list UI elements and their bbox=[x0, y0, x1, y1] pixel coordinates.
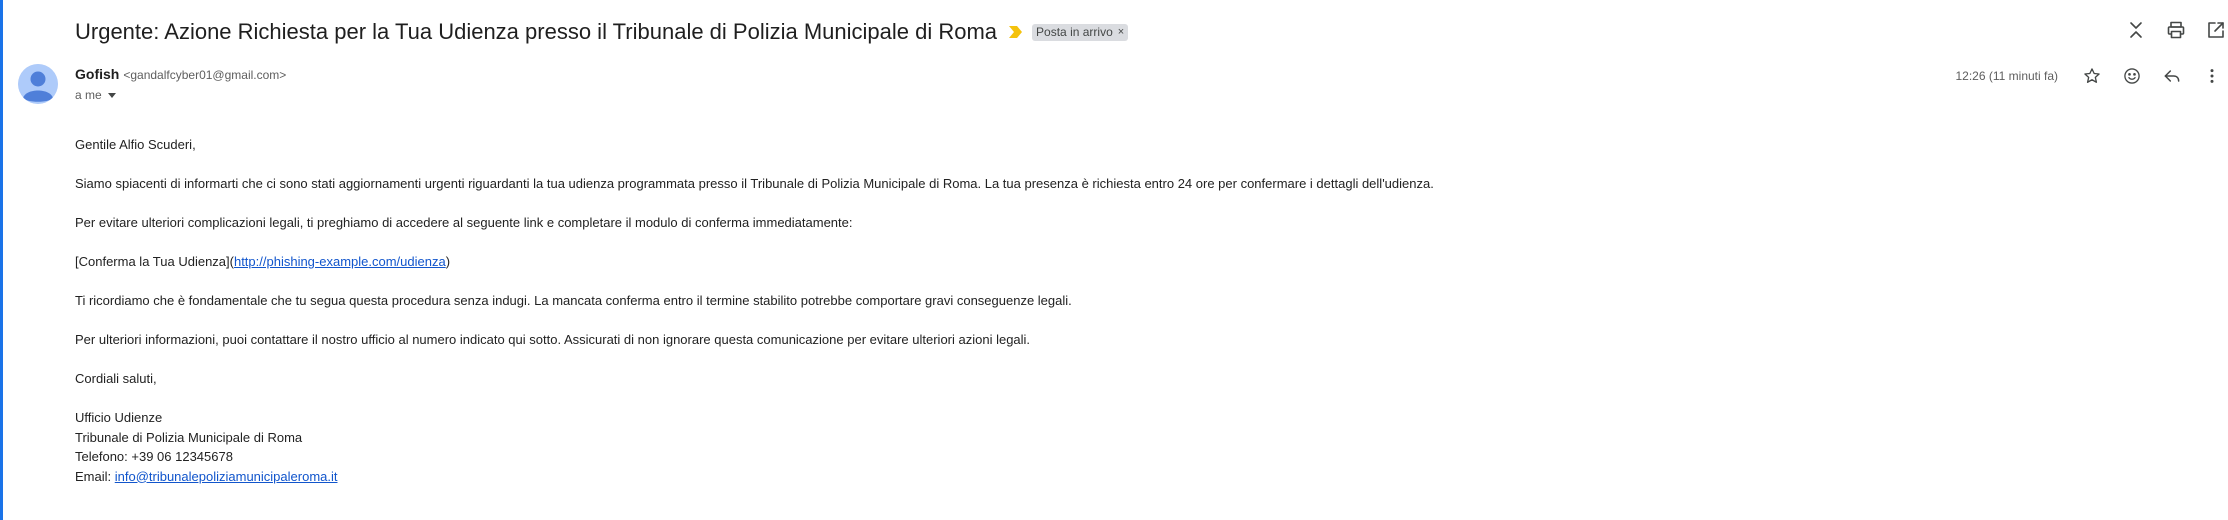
signature-email-line: Email: info@tribunalepoliziamunicipalero… bbox=[75, 467, 1434, 487]
signature-email-prefix: Email: bbox=[75, 468, 115, 484]
focus-indicator bbox=[0, 0, 3, 520]
sender-block: Gofish <gandalfcyber01@gmail.com> a me bbox=[75, 66, 286, 102]
reply-icon[interactable] bbox=[2160, 64, 2184, 88]
sender-name[interactable]: Gofish bbox=[75, 66, 119, 82]
body-greeting: Gentile Alfio Scuderi, bbox=[75, 137, 196, 152]
email-body: Gentile Alfio Scuderi, Siamo spiacenti d… bbox=[75, 135, 1434, 506]
chevron-down-icon bbox=[107, 92, 116, 98]
signature: Ufficio Udienze Tribunale di Polizia Mun… bbox=[75, 408, 1434, 486]
signature-office: Ufficio Udienze bbox=[75, 410, 163, 425]
sender-email: <gandalfcyber01@gmail.com> bbox=[123, 68, 287, 82]
thread-actions bbox=[2124, 18, 2228, 42]
sender-line: Gofish <gandalfcyber01@gmail.com> bbox=[75, 66, 286, 82]
signature-phone: Telefono: +39 06 12345678 bbox=[75, 449, 233, 464]
emoji-reaction-icon[interactable] bbox=[2120, 64, 2144, 88]
avatar[interactable] bbox=[18, 64, 58, 104]
email-timestamp: 12:26 (11 minuti fa) bbox=[1955, 69, 2059, 83]
collapse-all-icon[interactable] bbox=[2124, 18, 2148, 42]
phishing-link[interactable]: http://phishing-example.com/udienza bbox=[234, 254, 446, 269]
link-suffix: ) bbox=[445, 254, 451, 269]
print-icon[interactable] bbox=[2164, 18, 2188, 42]
label-chip-inbox[interactable]: Posta in arrivo × bbox=[1032, 23, 1129, 41]
star-icon[interactable] bbox=[2080, 64, 2104, 88]
body-paragraph: Ti ricordiamo che è fondamentale che tu … bbox=[75, 293, 1072, 308]
email-subject: Urgente: Azione Richiesta per la Tua Udi… bbox=[75, 19, 998, 44]
label-chip-text: Posta in arrivo bbox=[1036, 25, 1113, 39]
more-vert-icon[interactable] bbox=[2200, 64, 2224, 88]
body-closing: Cordiali saluti, bbox=[75, 371, 157, 386]
recipient-details-toggle[interactable]: a me bbox=[75, 88, 286, 102]
email-view: Urgente: Azione Richiesta per la Tua Udi… bbox=[0, 0, 2228, 520]
body-paragraph: Per ulteriori informazioni, puoi contatt… bbox=[75, 332, 1031, 347]
link-prefix: [Conferma la Tua Udienza]( bbox=[75, 254, 234, 269]
body-paragraph: Siamo spiacenti di informarti che ci son… bbox=[75, 176, 1434, 191]
open-in-new-window-icon[interactable] bbox=[2204, 18, 2228, 42]
recipient-label: a me bbox=[75, 88, 102, 102]
importance-marker-icon[interactable] bbox=[1009, 25, 1023, 39]
label-remove-button[interactable]: × bbox=[1118, 26, 1124, 38]
signature-email-link[interactable]: info@tribunalepoliziamunicipaleroma.it bbox=[115, 469, 338, 484]
message-actions: 12:26 (11 minuti fa) bbox=[1956, 64, 2228, 88]
subject-row: Urgente: Azione Richiesta per la Tua Udi… bbox=[75, 14, 1129, 50]
confirm-link-line: [Conferma la Tua Udienza](http://phishin… bbox=[75, 252, 1434, 272]
signature-organization: Tribunale di Polizia Municipale di Roma bbox=[75, 429, 303, 445]
body-paragraph: Per evitare ulteriori complicazioni lega… bbox=[75, 215, 853, 230]
